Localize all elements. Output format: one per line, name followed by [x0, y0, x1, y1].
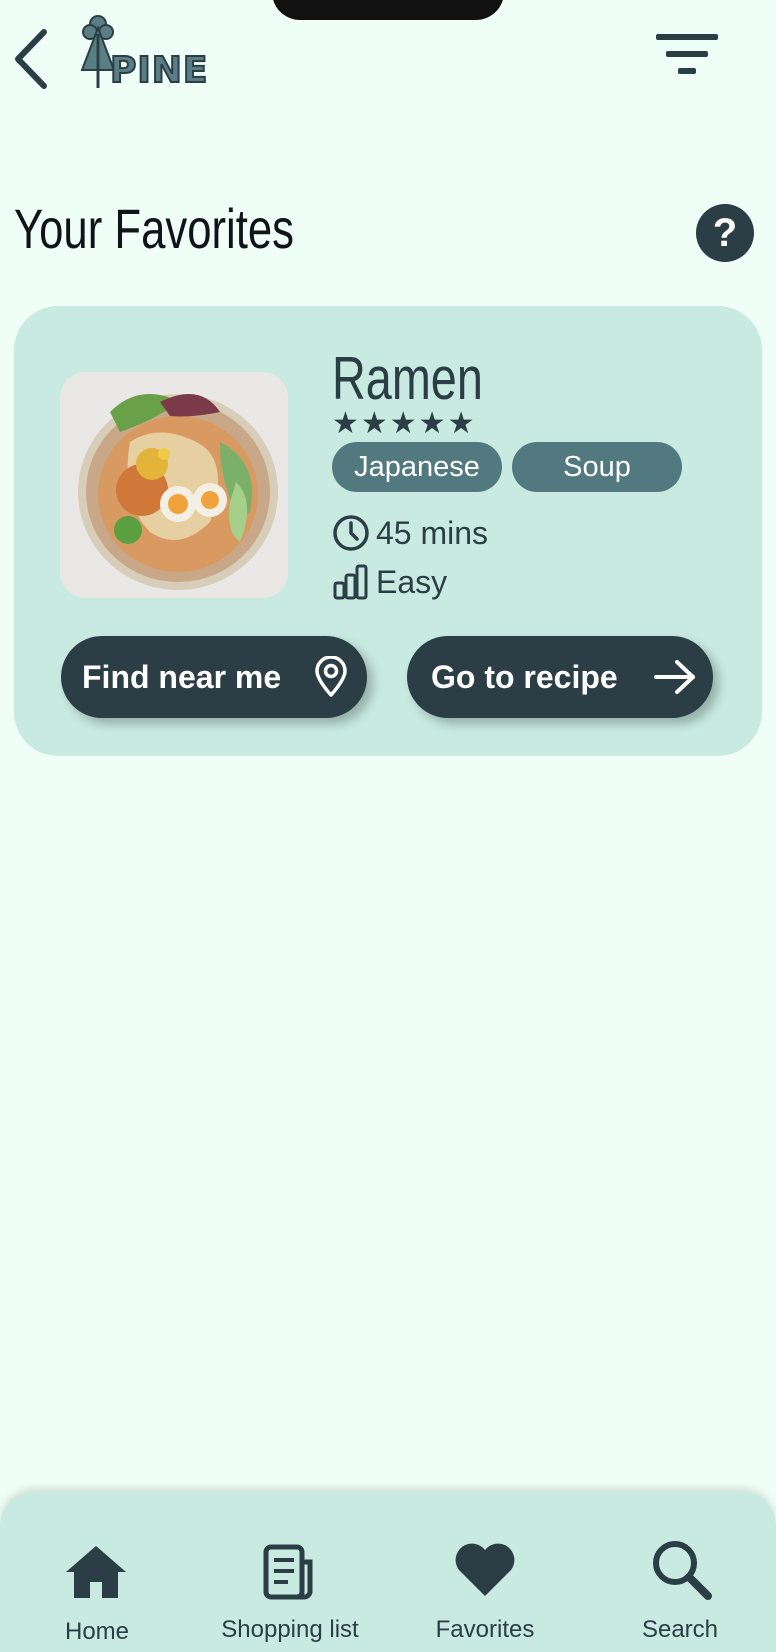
nav-search[interactable]: Search: [590, 1492, 770, 1652]
go-to-recipe-label: Go to recipe: [431, 658, 618, 695]
nav-shopping-list[interactable]: Shopping list: [200, 1492, 380, 1652]
location-pin-icon: [315, 656, 347, 697]
heart-icon: [455, 1543, 515, 1596]
favorite-card[interactable]: Ramen ★★★★★ Japanese Soup 45 mins Easy F…: [14, 306, 762, 756]
arrow-right-icon: [654, 660, 695, 694]
find-near-me-button[interactable]: Find near me: [61, 636, 367, 718]
tag-japanese[interactable]: Japanese: [332, 442, 502, 492]
home-icon: [66, 1546, 126, 1598]
difficulty-text: Easy: [376, 563, 448, 600]
ramen-image: [60, 372, 288, 598]
nav-favorites-label: Favorites: [435, 1616, 535, 1643]
back-button[interactable]: [12, 28, 52, 90]
filter-icon: [656, 34, 718, 74]
shopping-list-icon: [263, 1544, 313, 1600]
search-icon: [653, 1541, 712, 1600]
cook-time: 45 mins: [332, 513, 488, 553]
page-title: Your Favorites: [14, 197, 295, 260]
recipe-name: Ramen: [332, 345, 483, 412]
go-to-recipe-button[interactable]: Go to recipe: [407, 636, 713, 718]
difficulty: Easy: [332, 562, 447, 602]
chevron-left-icon: [15, 29, 47, 89]
nav-search-label: Search: [641, 1616, 719, 1643]
cook-time-text: 45 mins: [376, 514, 489, 551]
rating-stars: ★★★★★: [332, 406, 477, 441]
clock-icon: [333, 515, 369, 551]
nav-home[interactable]: Home: [7, 1492, 187, 1652]
nav-favorites[interactable]: Favorites: [395, 1492, 575, 1652]
logo-text: PINE: [109, 49, 209, 92]
device-notch: [272, 0, 504, 20]
tag-soup[interactable]: Soup: [512, 442, 682, 492]
filter-button[interactable]: [654, 32, 720, 80]
bottom-navigation: Home Shopping list Favorites Search: [0, 1492, 776, 1652]
nav-shopping-list-label: Shopping list: [221, 1616, 359, 1643]
pine-logo: PINE: [78, 14, 228, 92]
difficulty-bars-icon: [333, 564, 368, 600]
help-button[interactable]: ?: [696, 204, 754, 262]
favorites-screen: PINE Your Favorites ? Ramen ★★★★★ Japane…: [0, 0, 776, 1652]
find-near-me-label: Find near me: [82, 658, 282, 695]
nav-home-label: Home: [64, 1618, 130, 1645]
